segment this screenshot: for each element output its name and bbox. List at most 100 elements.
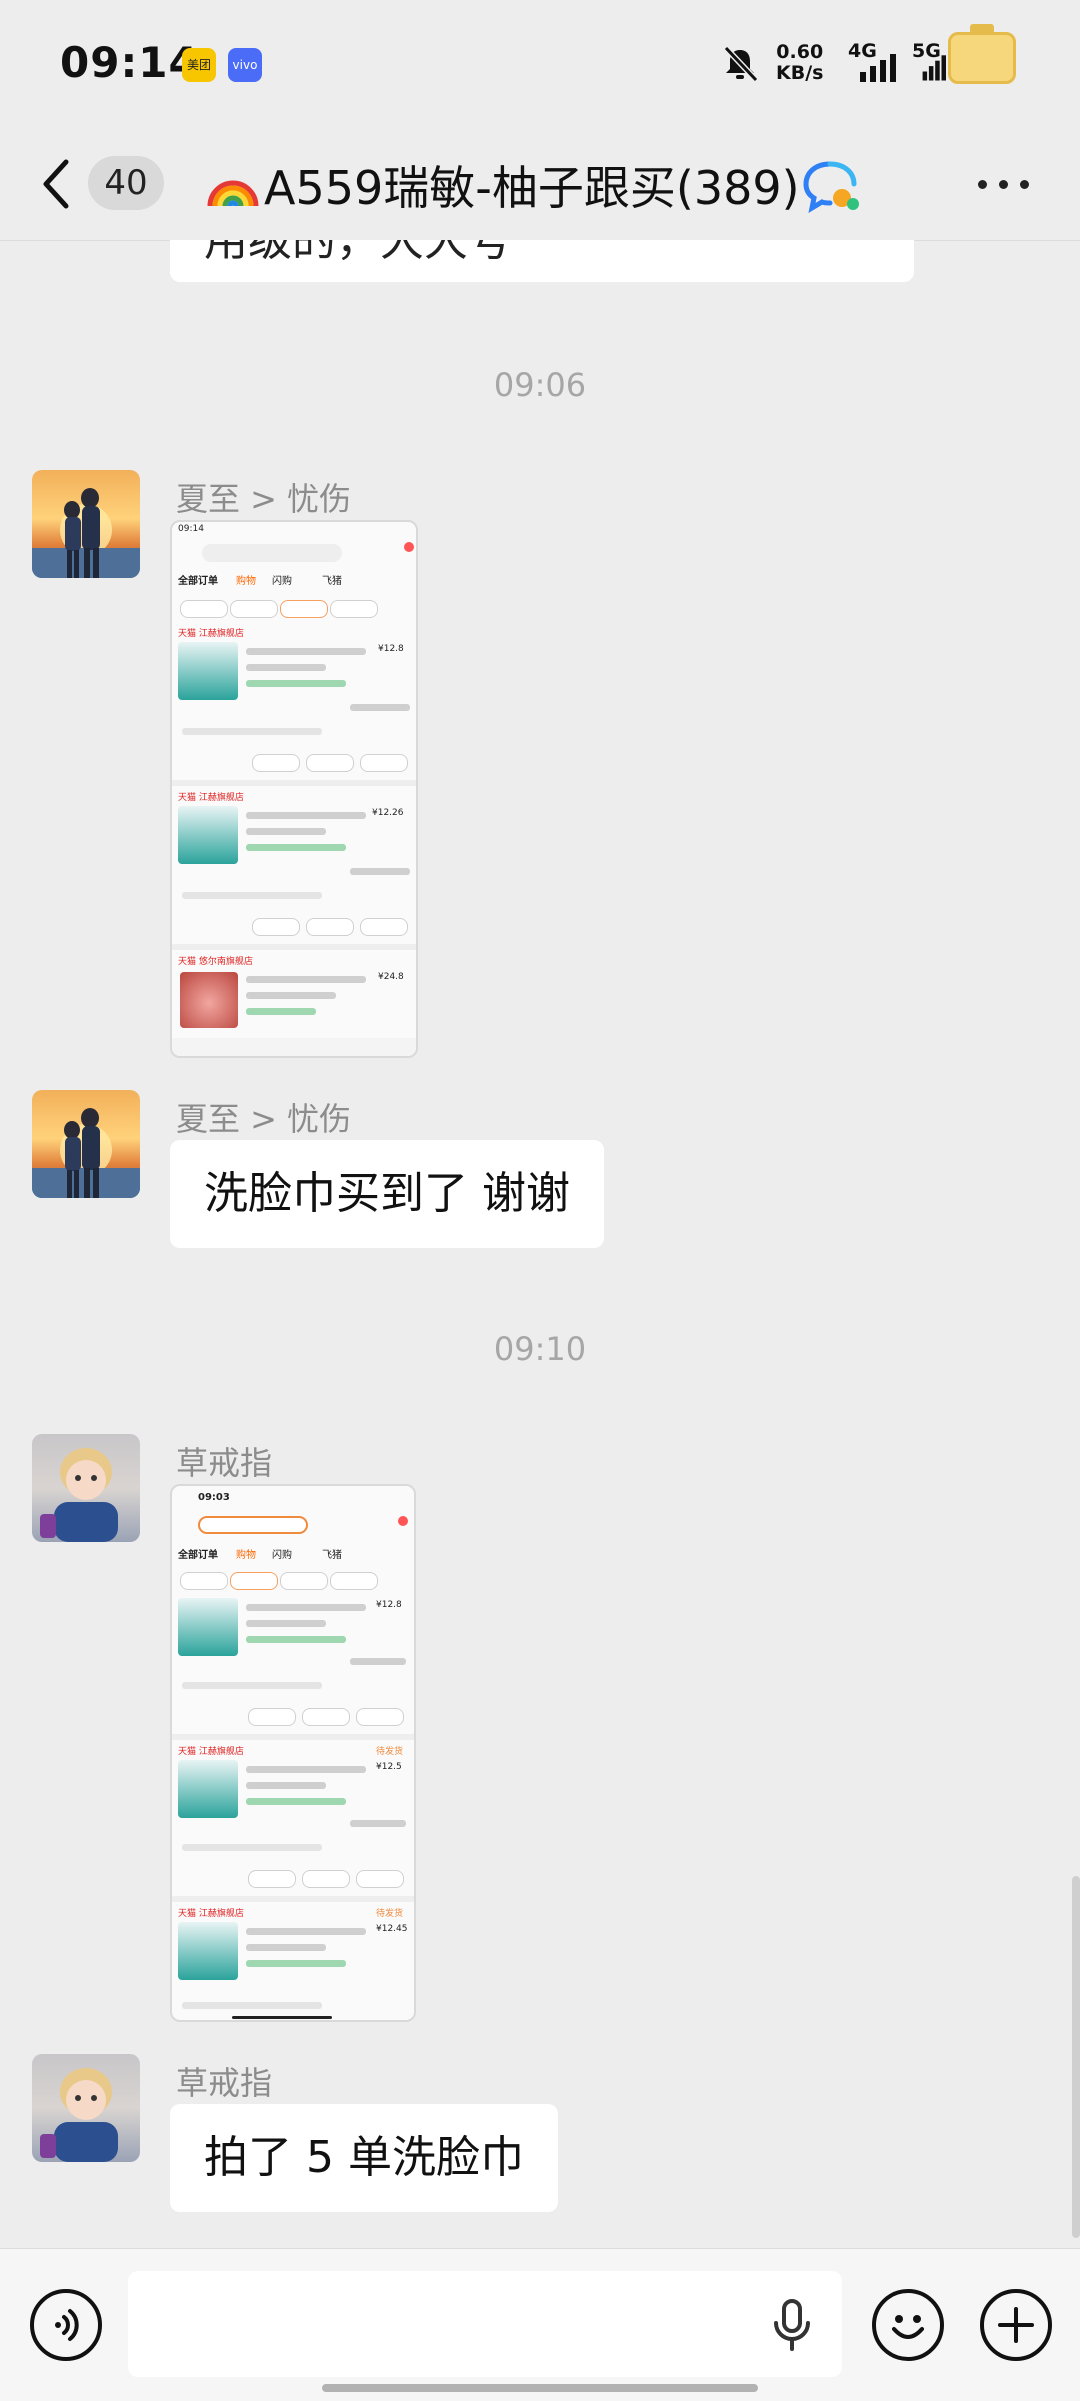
image-message[interactable]: 09:03 全部订单 购物 闪购 飞猪 ¥12.8 天猫 江赫旗舰店 待发货 ¥…	[170, 1484, 416, 2022]
mini-line	[182, 892, 322, 899]
mini-shop: 天猫 悠尔南旗舰店	[178, 957, 253, 967]
mini-badge	[404, 542, 414, 552]
partial-message-bubble[interactable]: 用级的，大大号	[170, 240, 914, 282]
mini-filter	[330, 1572, 378, 1590]
mini-line	[246, 1766, 366, 1773]
mini-tab: 全部订单	[178, 1550, 218, 1561]
mini-button	[248, 1708, 296, 1726]
status-bar: 09:14 美团 vivo 0.60 KB/s 4G 5G	[0, 0, 1080, 128]
mini-line	[246, 1944, 326, 1951]
mini-product-thumb	[178, 1760, 238, 1818]
voice-icon	[55, 2309, 79, 2341]
mini-search-box	[198, 1516, 308, 1534]
meituan-app-icon: 美团	[182, 48, 216, 82]
mini-filter	[330, 600, 378, 618]
mini-line	[246, 992, 336, 999]
text-message-bubble[interactable]: 洗脸巾买到了 谢谢	[170, 1140, 604, 1248]
child-avatar-image	[40, 1448, 118, 1542]
mini-divider	[172, 780, 416, 786]
unread-count-badge[interactable]: 40	[88, 156, 164, 210]
input-bar	[0, 2248, 1080, 2401]
mini-price: ¥12.8	[376, 1600, 402, 1610]
mini-price: ¥12.45	[376, 1924, 408, 1934]
signal-4g-icon	[860, 54, 896, 82]
sender-name: 草戒指	[176, 1444, 273, 1482]
chat-title[interactable]: A559瑞敏-柚子跟买(389)	[206, 152, 800, 218]
status-indicators: 0.60 KB/s 4G 5G	[720, 0, 1080, 128]
sender-avatar[interactable]	[32, 1434, 140, 1542]
mini-button	[306, 754, 354, 772]
mini-line	[246, 828, 326, 835]
home-indicator[interactable]	[322, 2384, 758, 2392]
voice-button[interactable]	[30, 2289, 102, 2361]
mini-tab: 全部订单	[178, 576, 218, 587]
mini-product-thumb	[178, 806, 238, 864]
mic-icon[interactable]	[770, 2297, 814, 2353]
battery-icon	[948, 32, 1016, 84]
mini-line	[350, 704, 410, 711]
image-message[interactable]: 09:14 全部订单 购物 闪购 飞猪 天猫 江赫旗舰店 ¥12.8 天猫 江赫…	[170, 520, 418, 1058]
chat-scrollbar[interactable]	[1072, 1876, 1080, 2238]
mini-button	[252, 918, 300, 936]
message-timestamp: 09:06	[493, 366, 587, 404]
mini-line	[246, 1782, 326, 1789]
mini-line	[246, 1928, 366, 1935]
mini-price: ¥12.26	[372, 808, 404, 818]
mini-tab: 闪购	[272, 1550, 292, 1561]
mini-line	[246, 1008, 316, 1015]
sender-name: 夏至 > 忧伤	[176, 1100, 352, 1138]
mini-shop: 天猫 江赫旗舰店	[178, 1909, 244, 1919]
mini-line	[182, 2002, 322, 2009]
mini-line	[246, 1636, 346, 1643]
mini-button	[360, 918, 408, 936]
chat-header: 40 A559瑞敏-柚子跟买(389)	[0, 128, 1080, 241]
sender-avatar[interactable]	[32, 1090, 140, 1198]
status-time: 09:14	[60, 38, 199, 87]
sender-name: 草戒指	[176, 2064, 273, 2102]
mini-tab: 飞猪	[322, 576, 342, 587]
mini-filter	[280, 600, 328, 618]
mini-shop: 天猫 江赫旗舰店	[178, 1747, 244, 1757]
mini-line	[246, 1604, 366, 1611]
mini-product-thumb	[178, 1598, 238, 1656]
mini-tab: 闪购	[272, 576, 292, 587]
mini-product-thumb	[178, 1922, 238, 1980]
mini-line	[246, 812, 366, 819]
mini-line	[246, 844, 346, 851]
emoji-button[interactable]	[872, 2289, 944, 2361]
mini-filter	[230, 600, 278, 618]
couple-avatar-image	[32, 1108, 140, 1198]
message-input[interactable]	[128, 2271, 842, 2377]
mini-divider	[172, 1734, 414, 1740]
mini-button	[356, 1708, 404, 1726]
network-speed: 0.60 KB/s	[776, 41, 824, 84]
plus-button[interactable]	[980, 2289, 1052, 2361]
mini-navbar	[172, 1038, 416, 1056]
mini-line	[246, 1620, 326, 1627]
mini-search-box	[202, 544, 342, 562]
mini-status: 待发货	[376, 1747, 404, 1757]
text-message-bubble[interactable]: 拍了 5 单洗脸巾	[170, 2104, 558, 2212]
mini-home-indicator	[232, 2016, 332, 2019]
mini-line	[246, 1798, 346, 1805]
plus-icon	[998, 2307, 1034, 2343]
back-icon[interactable]	[36, 152, 76, 216]
mini-line	[246, 648, 366, 655]
partial-message-text: 用级的，大大号	[170, 240, 914, 282]
mini-shop: 天猫 江赫旗舰店	[178, 629, 244, 639]
group-chat-icon[interactable]	[800, 158, 862, 214]
message-timestamp: 09:10	[493, 1330, 587, 1368]
sender-avatar[interactable]	[32, 470, 140, 578]
more-options-button[interactable]	[972, 164, 1036, 204]
mini-button	[302, 1708, 350, 1726]
sender-avatar[interactable]	[32, 2054, 140, 2162]
dot	[978, 180, 987, 189]
mini-badge	[398, 1516, 408, 1526]
mini-divider	[172, 944, 416, 950]
couple-avatar-image	[32, 488, 140, 578]
mini-button	[306, 918, 354, 936]
mini-statusbar: 09:14	[178, 524, 204, 534]
signal-5g-icon	[922, 55, 946, 81]
mini-line	[350, 1658, 406, 1665]
mini-line	[246, 680, 346, 687]
